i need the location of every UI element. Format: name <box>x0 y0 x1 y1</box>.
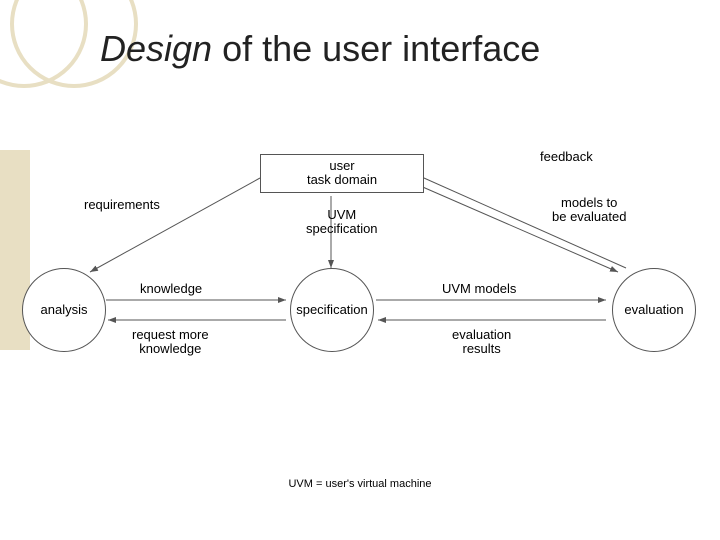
edge-uvm-models: UVM models <box>442 282 516 296</box>
title-rest: of the user interface <box>212 28 540 69</box>
node-user-task-domain: usertask domain <box>260 154 424 193</box>
node-label: analysis <box>41 303 88 317</box>
edge-uvm-specification: UVMspecification <box>306 208 378 237</box>
node-specification: specification <box>290 268 374 352</box>
node-evaluation: evaluation <box>612 268 696 352</box>
diagram: usertask domain analysis specification e… <box>0 150 720 460</box>
edge-evaluation-results: evaluationresults <box>452 328 511 357</box>
node-analysis: analysis <box>22 268 106 352</box>
edge-knowledge: knowledge <box>140 282 202 296</box>
edge-requirements: requirements <box>84 198 160 212</box>
node-label: evaluation <box>624 303 683 317</box>
page-title: Design of the user interface <box>100 28 540 70</box>
edge-models-to-evaluate: models tobe evaluated <box>552 196 626 225</box>
decorative-rings <box>0 0 140 140</box>
node-label: usertask domain <box>307 159 377 188</box>
node-label: specification <box>296 303 368 317</box>
footnote: UVM = user's virtual machine <box>0 478 720 490</box>
edge-feedback: feedback <box>540 150 593 164</box>
title-italic-word: Design <box>100 28 212 69</box>
edge-request-more-knowledge: request moreknowledge <box>132 328 209 357</box>
